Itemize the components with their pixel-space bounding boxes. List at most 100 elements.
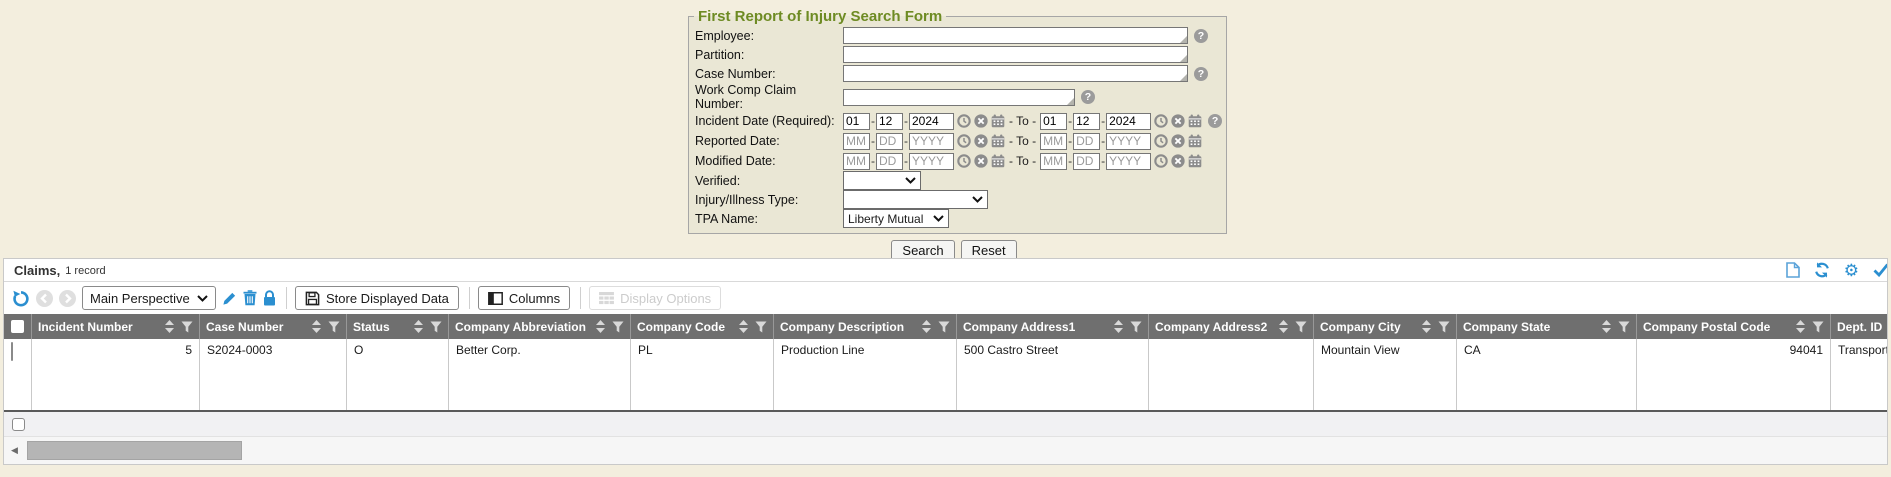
store-displayed-data-button[interactable]: Store Displayed Data xyxy=(295,286,459,310)
column-header-label: Dept. ID xyxy=(1837,320,1882,334)
date-day-input[interactable] xyxy=(876,153,903,170)
clear-date-icon[interactable] xyxy=(974,114,988,128)
filter-funnel-icon[interactable] xyxy=(938,321,950,333)
filter-funnel-icon[interactable] xyxy=(1295,321,1307,333)
filter-funnel-icon[interactable] xyxy=(1812,321,1824,333)
date-year-input[interactable] xyxy=(1106,153,1151,170)
sort-icon[interactable] xyxy=(596,320,605,333)
filter-funnel-icon[interactable] xyxy=(430,321,442,333)
partition-input[interactable] xyxy=(843,46,1188,63)
undo-icon[interactable] xyxy=(12,290,30,307)
column-header-dept-id[interactable]: Dept. ID xyxy=(1831,314,1887,339)
sort-icon[interactable] xyxy=(922,320,931,333)
scrollbar-thumb[interactable] xyxy=(27,441,242,460)
date-month-input[interactable] xyxy=(1040,153,1067,170)
delete-perspective-icon[interactable] xyxy=(243,290,257,306)
date-month-input[interactable] xyxy=(1040,113,1067,130)
calendar-icon[interactable] xyxy=(991,114,1005,128)
calendar-icon[interactable] xyxy=(991,154,1005,168)
sort-icon[interactable] xyxy=(739,320,748,333)
clear-date-icon[interactable] xyxy=(974,134,988,148)
help-icon[interactable]: ? xyxy=(1208,114,1222,128)
clear-date-icon[interactable] xyxy=(1171,154,1185,168)
date-month-input[interactable] xyxy=(843,133,870,150)
work-comp-claim-input[interactable] xyxy=(843,89,1075,106)
column-header-label: Company Abbreviation xyxy=(455,320,586,334)
filter-funnel-icon[interactable] xyxy=(328,321,340,333)
date-day-input[interactable] xyxy=(876,133,903,150)
filter-funnel-icon[interactable] xyxy=(612,321,624,333)
filter-funnel-icon[interactable] xyxy=(181,321,193,333)
clock-icon[interactable] xyxy=(1154,134,1168,148)
sort-icon[interactable] xyxy=(414,320,423,333)
sort-icon[interactable] xyxy=(1602,320,1611,333)
column-header-company-description[interactable]: Company Description xyxy=(774,314,957,339)
gear-icon[interactable]: ⚙ xyxy=(1844,263,1859,278)
filter-funnel-icon[interactable] xyxy=(1438,321,1450,333)
column-header-company-address2[interactable]: Company Address2 xyxy=(1149,314,1314,339)
calendar-icon[interactable] xyxy=(991,134,1005,148)
calendar-icon[interactable] xyxy=(1188,134,1202,148)
clear-date-icon[interactable] xyxy=(1171,134,1185,148)
date-year-input[interactable] xyxy=(909,153,954,170)
sort-icon[interactable] xyxy=(1279,320,1288,333)
help-icon[interactable]: ? xyxy=(1194,67,1208,81)
case-number-input[interactable] xyxy=(843,65,1188,82)
sort-icon[interactable] xyxy=(312,320,321,333)
filter-funnel-icon[interactable] xyxy=(755,321,767,333)
column-header-company-state[interactable]: Company State xyxy=(1457,314,1637,339)
help-icon[interactable]: ? xyxy=(1194,29,1208,43)
column-header-company-code[interactable]: Company Code xyxy=(631,314,774,339)
date-year-input[interactable] xyxy=(1106,113,1151,130)
lock-icon[interactable] xyxy=(263,290,276,306)
row-checkbox[interactable] xyxy=(11,342,13,361)
calendar-icon[interactable] xyxy=(1188,114,1202,128)
date-year-input[interactable] xyxy=(1106,133,1151,150)
clock-icon[interactable] xyxy=(957,114,971,128)
sort-icon[interactable] xyxy=(165,320,174,333)
date-day-input[interactable] xyxy=(1073,153,1100,170)
sort-icon[interactable] xyxy=(1422,320,1431,333)
clock-icon[interactable] xyxy=(957,134,971,148)
new-document-icon[interactable] xyxy=(1786,262,1800,278)
column-header-case-number[interactable]: Case Number xyxy=(200,314,347,339)
column-header-status[interactable]: Status xyxy=(347,314,449,339)
date-day-input[interactable] xyxy=(876,113,903,130)
date-month-input[interactable] xyxy=(843,153,870,170)
clear-date-icon[interactable] xyxy=(1171,114,1185,128)
date-year-input[interactable] xyxy=(909,133,954,150)
filter-funnel-icon[interactable] xyxy=(1130,321,1142,333)
edit-perspective-icon[interactable] xyxy=(222,291,237,306)
date-month-input[interactable] xyxy=(843,113,870,130)
clear-date-icon[interactable] xyxy=(974,154,988,168)
scroll-left-arrow-icon[interactable]: ◀ xyxy=(11,446,18,455)
column-header-company-address1[interactable]: Company Address1 xyxy=(957,314,1149,339)
clock-icon[interactable] xyxy=(1154,154,1168,168)
date-day-input[interactable] xyxy=(1073,133,1100,150)
check-icon[interactable] xyxy=(1873,263,1887,277)
employee-input[interactable] xyxy=(843,27,1188,44)
columns-button[interactable]: Columns xyxy=(478,286,570,310)
select-all-checkbox[interactable] xyxy=(11,320,24,333)
clock-icon[interactable] xyxy=(1154,114,1168,128)
column-header-company-abbreviation[interactable]: Company Abbreviation xyxy=(449,314,631,339)
column-header-incident-number[interactable]: Incident Number xyxy=(32,314,200,339)
sort-icon[interactable] xyxy=(1114,320,1123,333)
refresh-icon[interactable] xyxy=(1814,262,1830,278)
column-header-company-city[interactable]: Company City xyxy=(1314,314,1457,339)
help-icon[interactable]: ? xyxy=(1081,90,1095,104)
column-header-company-postal-code[interactable]: Company Postal Code xyxy=(1637,314,1831,339)
injury-type-select[interactable] xyxy=(843,190,988,209)
sort-icon[interactable] xyxy=(1796,320,1805,333)
filter-funnel-icon[interactable] xyxy=(1618,321,1630,333)
horizontal-scrollbar[interactable]: ◀ xyxy=(4,437,1887,464)
perspective-select[interactable]: Main Perspective xyxy=(82,286,216,310)
date-year-input[interactable] xyxy=(909,113,954,130)
verified-select[interactable] xyxy=(843,171,921,190)
calendar-icon[interactable] xyxy=(1188,154,1202,168)
tpa-name-select[interactable]: Liberty Mutual xyxy=(843,209,949,228)
row-checkbox[interactable] xyxy=(12,418,25,431)
clock-icon[interactable] xyxy=(957,154,971,168)
date-day-input[interactable] xyxy=(1073,113,1100,130)
date-month-input[interactable] xyxy=(1040,133,1067,150)
